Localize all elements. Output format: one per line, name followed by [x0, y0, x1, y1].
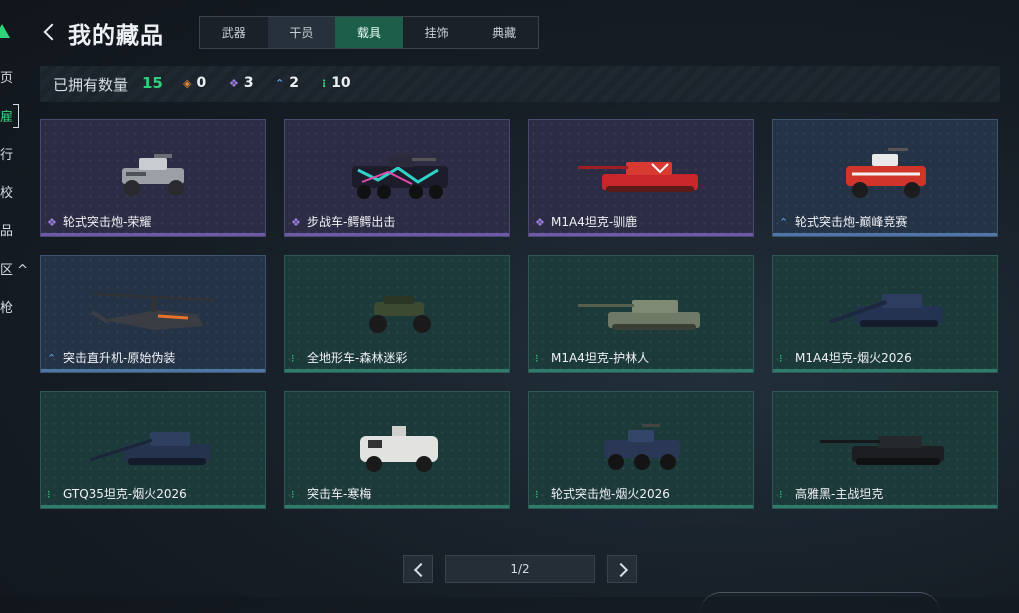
purple-diamond-icon: ❖: [47, 216, 57, 229]
blue-chevron-icon: ⌃: [779, 216, 789, 229]
tab-weapons[interactable]: 武器: [200, 17, 268, 48]
owned-label: 已拥有数量: [53, 76, 129, 94]
tab-charms[interactable]: 挂饰: [403, 17, 471, 48]
rarity-strip: [285, 505, 509, 508]
sidebar-item-collection[interactable]: 雇: [0, 106, 13, 125]
vehicle-card[interactable]: ⁝ 轮式突击炮-烟火2026: [528, 391, 754, 509]
sidebar-item-6[interactable]: 区 ^: [0, 259, 28, 278]
green-dots-icon: ⁝: [779, 352, 783, 365]
vehicle-name: 突击车-寒梅: [307, 487, 372, 501]
vehicle-name: M1A4坦克-烟火2026: [795, 351, 912, 365]
vehicle-name: 全地形车-森林迷彩: [307, 351, 408, 365]
purple-diamond-icon: ❖: [229, 77, 239, 90]
owned-count: 15: [142, 74, 163, 92]
rarity-green-count: ⁝ 10: [322, 75, 351, 91]
rarity-orange-count: ◈ 0: [183, 75, 207, 91]
vehicle-name: M1A4坦克-护林人: [551, 351, 650, 365]
rarity-blue-count: ⌃ 2: [275, 75, 299, 91]
owned-summary-bar: 已拥有数量 15 ◈ 0 ❖ 3 ⌃ 2 ⁝ 10: [40, 66, 1000, 102]
logo-icon: [0, 24, 10, 38]
page-title: 我的藏品: [68, 23, 164, 49]
green-dots-icon: ⁝: [535, 488, 539, 501]
vehicle-name: GTQ35坦克-烟火2026: [63, 487, 187, 501]
vehicle-card[interactable]: ⁝ 突击车-寒梅: [284, 391, 510, 509]
wheeled-assault-gun-image: [122, 154, 184, 196]
blue-chevron-icon: ⌃: [275, 77, 285, 90]
vehicle-card[interactable]: ⁝ GTQ35坦克-烟火2026: [40, 391, 266, 509]
vehicle-card[interactable]: ❖ 步战车-鳄鳄出击: [284, 119, 510, 237]
orange-diamond-icon: ◈: [183, 77, 192, 90]
sidebar-item-3[interactable]: 行: [0, 144, 13, 163]
rarity-strip: [41, 233, 265, 236]
green-dots-icon: ⁝: [322, 77, 327, 90]
rarity-purple-count: ❖ 3: [229, 75, 254, 91]
rarity-strip: [285, 369, 509, 372]
wheeled-assault-gun-image: [604, 424, 680, 470]
rarity-strip: [773, 233, 997, 236]
sidebar-item-5[interactable]: 品: [0, 220, 13, 239]
gtq35-tank-image: [89, 432, 210, 465]
sidebar-item-home[interactable]: 页: [0, 67, 13, 86]
vehicle-card[interactable]: ⁝ M1A4坦克-烟火2026: [772, 255, 998, 373]
wheeled-assault-gun-image: [846, 148, 926, 198]
green-dots-icon: ⁝: [535, 352, 539, 365]
tab-collection[interactable]: 典藏: [470, 17, 538, 48]
purple-diamond-icon: ❖: [291, 216, 301, 229]
vehicle-card[interactable]: ❖ M1A4坦克-驯鹿: [528, 119, 754, 237]
attack-helicopter-image: [90, 293, 215, 330]
rarity-strip: [41, 505, 265, 508]
green-dots-icon: ⁝: [47, 488, 51, 501]
page-indicator: 1/2: [445, 555, 595, 583]
vehicle-name: 轮式突击炮-烟火2026: [551, 487, 670, 501]
green-dots-icon: ⁝: [779, 488, 783, 501]
atv-image: [369, 296, 431, 333]
next-page-button[interactable]: [607, 555, 637, 583]
vehicle-name: M1A4坦克-驯鹿: [551, 215, 638, 229]
main-battle-tank-image: [820, 436, 944, 465]
vehicle-card[interactable]: ❖ 轮式突击炮-荣耀: [40, 119, 266, 237]
rarity-strip: [41, 369, 265, 372]
vehicle-name: 轮式突击炮-巅峰竞赛: [795, 215, 908, 229]
sidebar-item-7[interactable]: 枪: [0, 297, 13, 316]
category-tabs: 武器 干员 载具 挂饰 典藏: [199, 16, 539, 49]
m1a4-tank-image: [829, 294, 942, 327]
sidebar: 页 雇 行 校 品 区 ^ 枪: [0, 0, 28, 597]
m1a4-tank-image: [578, 300, 700, 330]
vehicle-card[interactable]: ⌃ 突击直升机-原始伪装: [40, 255, 266, 373]
prev-page-button[interactable]: [403, 555, 433, 583]
green-dots-icon: ⁝: [291, 352, 295, 365]
rarity-strip: [529, 233, 753, 236]
purple-diamond-icon: ❖: [535, 216, 545, 229]
sidebar-selection-bracket: [13, 104, 19, 128]
vehicle-card[interactable]: ⌃ 轮式突击炮-巅峰竞赛: [772, 119, 998, 237]
blue-chevron-icon: ⌃: [47, 352, 57, 365]
rarity-strip: [773, 369, 997, 372]
vehicle-name: 突击直升机-原始伪装: [63, 351, 176, 365]
m1a4-tank-image: [578, 162, 698, 192]
vehicle-name: 高雅黑-主战坦克: [795, 487, 884, 501]
ifv-image: [352, 156, 448, 199]
rarity-strip: [773, 505, 997, 508]
bottom-decoration: [700, 592, 940, 613]
sidebar-item-4[interactable]: 校: [0, 182, 13, 201]
vehicle-card[interactable]: ⁝ M1A4坦克-护林人: [528, 255, 754, 373]
tab-operators[interactable]: 干员: [267, 17, 336, 48]
rarity-strip: [529, 369, 753, 372]
rarity-strip: [285, 233, 509, 236]
rarity-strip: [529, 505, 753, 508]
tab-vehicles[interactable]: 载具: [335, 17, 403, 48]
assault-vehicle-image: [360, 426, 438, 472]
vehicle-card[interactable]: ⁝ 全地形车-森林迷彩: [284, 255, 510, 373]
vehicle-card[interactable]: ⁝ 高雅黑-主战坦克: [772, 391, 998, 509]
green-dots-icon: ⁝: [291, 488, 295, 501]
vehicle-name: 步战车-鳄鳄出击: [307, 215, 396, 229]
back-icon[interactable]: [42, 22, 56, 42]
vehicle-name: 轮式突击炮-荣耀: [63, 215, 152, 229]
